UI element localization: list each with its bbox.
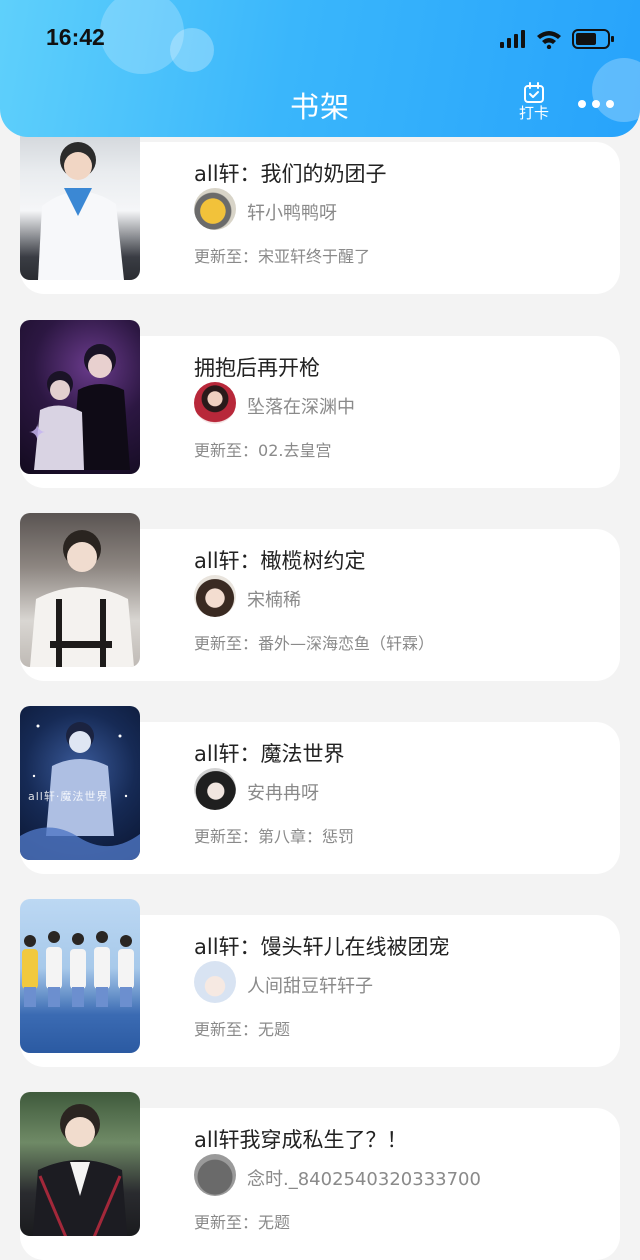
book-cover[interactable]	[20, 513, 140, 667]
author-avatar	[194, 382, 236, 424]
author-name: 坠落在深渊中	[247, 397, 355, 418]
book-cover[interactable]: all轩·魔法世界	[20, 706, 140, 860]
book-cover[interactable]	[20, 126, 140, 280]
cover-figure	[38, 142, 124, 280]
battery-icon	[572, 29, 614, 49]
update-line: 更新至：02.去皇宫	[194, 441, 332, 460]
latest-chapter: 番外—深海恋鱼（轩霖）	[258, 634, 435, 653]
more-icon	[578, 100, 586, 108]
author-avatar	[194, 575, 236, 617]
book-cover[interactable]: ✦	[20, 320, 140, 474]
book-title: all轩：馒头轩儿在线被团宠	[194, 935, 450, 959]
author-name: 轩小鸭鸭呀	[247, 203, 337, 224]
book-title: all轩我穿成私生了？！	[194, 1128, 408, 1152]
update-line: 更新至：宋亚轩终于醒了	[194, 247, 371, 266]
author-name: 念时._8402540320333700	[247, 1169, 481, 1190]
checkin-button[interactable]: 打卡	[514, 82, 554, 126]
book-title: all轩：魔法世界	[194, 742, 345, 766]
author-name: 安冉冉呀	[247, 783, 319, 804]
author-name: 宋楠稀	[247, 590, 301, 611]
author-avatar	[194, 768, 236, 810]
svg-text:✦: ✦	[28, 421, 46, 446]
book-cover[interactable]	[20, 1092, 140, 1236]
latest-chapter: 02.去皇宫	[258, 441, 332, 460]
signal-icon	[500, 30, 525, 48]
book-title: all轩：橄榄树约定	[194, 549, 366, 573]
status-time: 16:42	[46, 24, 105, 50]
cover-figure	[32, 1104, 128, 1236]
top-header: 16:42 书架 打卡	[0, 0, 640, 137]
cover-figure	[20, 722, 140, 860]
cover-figure	[22, 931, 134, 1007]
more-icon	[606, 100, 614, 108]
more-icon	[592, 100, 600, 108]
cover-figure: ✦	[28, 344, 130, 470]
cover-figure	[30, 530, 134, 667]
update-line: 更新至：无题	[194, 1213, 291, 1232]
more-button[interactable]	[578, 100, 614, 108]
author-name: 人间甜豆轩轩子	[247, 976, 373, 997]
update-line: 更新至：第八章：惩罚	[194, 827, 355, 846]
author-avatar	[194, 1154, 236, 1196]
decor-bubble	[170, 28, 214, 72]
wifi-icon	[537, 31, 561, 49]
latest-chapter: 无题	[258, 1020, 291, 1039]
calendar-check-icon	[524, 82, 544, 103]
update-line: 更新至：番外—深海恋鱼（轩霖）	[194, 634, 435, 653]
author-avatar	[194, 188, 236, 230]
author-avatar	[194, 961, 236, 1003]
book-title: 拥抱后再开枪	[194, 356, 320, 380]
update-line: 更新至：无题	[194, 1020, 291, 1039]
book-cover[interactable]	[20, 899, 140, 1053]
latest-chapter: 第八章：惩罚	[258, 827, 355, 846]
cover-title: all轩·魔法世界	[28, 790, 109, 803]
book-title: all轩：我们的奶团子	[194, 162, 387, 186]
latest-chapter: 宋亚轩终于醒了	[258, 247, 371, 266]
latest-chapter: 无题	[258, 1213, 291, 1232]
checkin-label: 打卡	[518, 104, 549, 122]
decor-bubble	[100, 0, 184, 74]
status-icons	[500, 28, 616, 50]
